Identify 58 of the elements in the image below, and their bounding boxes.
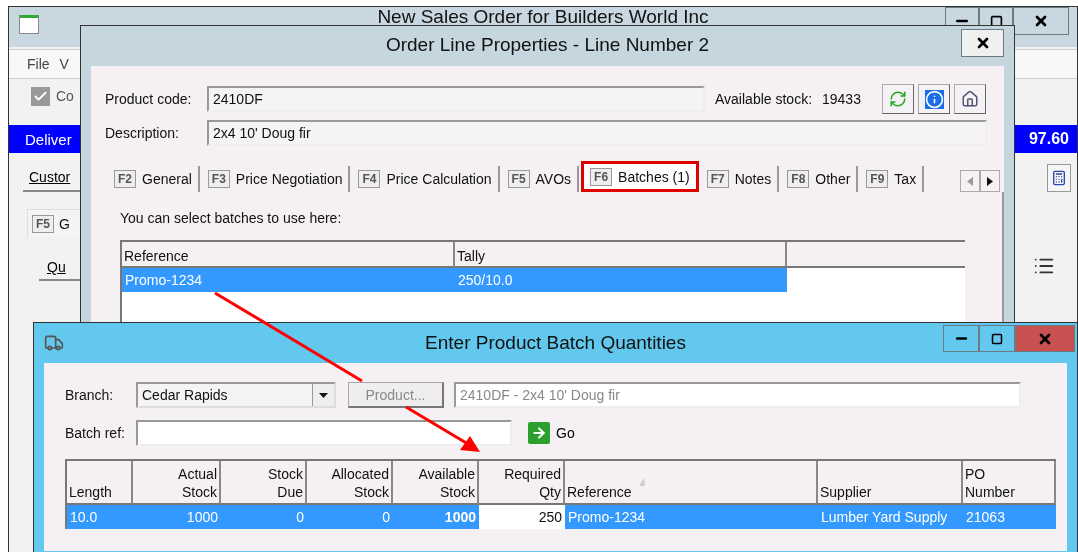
checkbox[interactable] [31, 86, 50, 106]
product-code-field[interactable]: 2410DF [207, 86, 705, 112]
banner-total: 97.60 [1028, 130, 1070, 148]
stock-label: Available stock: [715, 91, 812, 107]
calculator-icon [1051, 170, 1067, 186]
info-button[interactable] [918, 84, 950, 114]
column-header[interactable]: Tally [455, 242, 787, 268]
field-label: Branch: [65, 387, 115, 403]
sort-icon [637, 477, 646, 487]
dialog-title: Enter Product Batch Quantities [425, 332, 686, 353]
window-title: New Sales Order for Builders World Inc [377, 6, 709, 27]
toolbar-label: Co [56, 88, 74, 104]
maximize-button[interactable] [979, 325, 1015, 352]
go-button[interactable]: Go [528, 422, 575, 444]
minimize-button[interactable] [943, 325, 979, 352]
key-badge: F5 [32, 214, 54, 233]
column-header[interactable] [787, 242, 965, 268]
calculator-button[interactable] [1047, 164, 1071, 192]
stock-value: 19433 [822, 91, 861, 107]
hint-text: You can select batches to use here: [120, 210, 343, 226]
column-header[interactable]: Actual Stock [133, 461, 221, 505]
truck-icon [44, 333, 64, 353]
column-header[interactable]: PO Number [963, 461, 1056, 505]
close-button[interactable] [961, 29, 1004, 57]
close-button[interactable] [1013, 7, 1069, 35]
field-label: Description: [105, 125, 180, 141]
tab[interactable]: F6 Batches (1) [581, 161, 699, 192]
caret-icon [319, 392, 328, 398]
close-icon [1033, 13, 1049, 29]
maximize-icon [991, 332, 1003, 345]
banner-label: Deliver [24, 130, 73, 148]
field-label: Batch ref: [65, 425, 126, 441]
maximize-icon [989, 14, 1003, 28]
column-header[interactable]: Length [67, 461, 133, 505]
house-icon [961, 90, 979, 108]
batch-ref-field[interactable] [136, 420, 512, 446]
dialog-title: Order Line Properties - Line Number 2 [385, 34, 710, 55]
column-header[interactable]: Supplier [818, 461, 963, 505]
description-field[interactable]: 2x4 10' Doug fir [207, 120, 987, 146]
column-header[interactable]: Reference [122, 242, 455, 268]
column-header[interactable]: Allocated Stock [307, 461, 393, 505]
field-label: Product code: [105, 91, 193, 107]
column-header[interactable]: Available Stock [393, 461, 479, 505]
column-header[interactable]: Reference [565, 461, 818, 505]
scroll-right-button[interactable] [980, 170, 1000, 192]
refresh-button[interactable] [882, 84, 914, 114]
refresh-icon [889, 90, 907, 108]
tab-label: G [59, 215, 70, 232]
column-header[interactable]: Stock Due [221, 461, 307, 505]
right-arrow-icon [987, 176, 993, 186]
left-arrow-icon [967, 176, 973, 186]
column-header[interactable]: Required Qty [479, 461, 565, 505]
house-button[interactable] [954, 84, 986, 114]
branch-combobox[interactable]: Cedar Rapids [136, 382, 336, 408]
menu-item[interactable]: V [59, 56, 69, 72]
window-icon [19, 15, 39, 34]
menu-item[interactable]: File [27, 56, 50, 72]
info-icon [924, 89, 944, 109]
